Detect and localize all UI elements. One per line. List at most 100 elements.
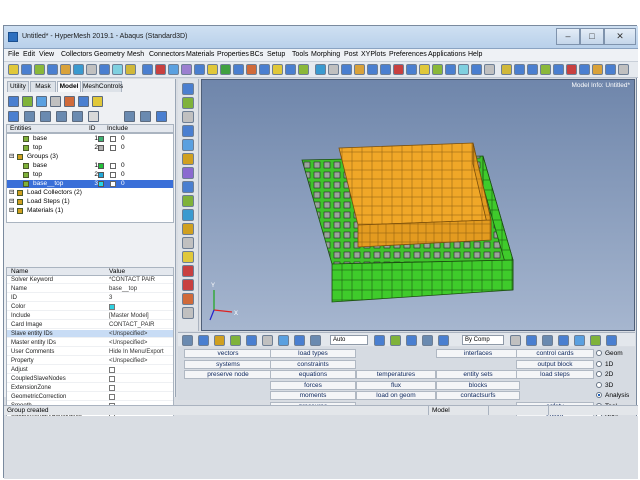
tab-utility[interactable]: Utility — [7, 81, 29, 92]
expand-icon[interactable]: ⊟ — [9, 207, 14, 215]
menu-tools[interactable]: Tools — [292, 51, 308, 58]
toolbar-tool-25-icon[interactable] — [328, 64, 339, 75]
expand-icon[interactable]: ⊟ — [9, 189, 14, 197]
entity-tool-2-icon[interactable] — [24, 111, 35, 122]
radio-indicator[interactable] — [596, 371, 602, 377]
panel-systems-button[interactable]: systems — [184, 359, 272, 369]
toolbar-tool-40-icon[interactable] — [527, 64, 538, 75]
display-tool-4-icon[interactable] — [230, 335, 241, 346]
display-tool-21-icon[interactable] — [606, 335, 617, 346]
toolbar-tool-16-icon[interactable] — [207, 64, 218, 75]
browser-tool-4-icon[interactable] — [50, 96, 61, 107]
prop-checkbox[interactable] — [109, 367, 115, 373]
toolbar-tool-13-icon[interactable] — [168, 64, 179, 75]
tab-mask[interactable]: Mask — [30, 81, 56, 92]
view-tool-13-icon[interactable] — [182, 251, 194, 263]
toolbar-tool-4-icon[interactable] — [47, 64, 58, 75]
toolbar-tool-36-icon[interactable] — [471, 64, 482, 75]
display-tool-18-icon[interactable] — [558, 335, 569, 346]
panel-vectors-button[interactable]: vectors — [184, 349, 272, 358]
entity-tool-8-icon[interactable] — [140, 111, 151, 122]
menu-applications[interactable]: Applications — [428, 51, 466, 58]
panel-flux-button[interactable]: flux — [356, 380, 436, 390]
entity-tool-4-icon[interactable] — [56, 111, 67, 122]
prop-row[interactable]: Name base__top — [7, 285, 173, 293]
menu-materials[interactable]: Materials — [186, 51, 214, 58]
close-button[interactable]: ✕ — [604, 28, 636, 45]
radio-3d[interactable]: 3D — [596, 381, 636, 390]
prop-row[interactable]: CoupledSlaveNodes — [7, 375, 173, 383]
radio-indicator[interactable] — [596, 392, 602, 398]
browser-tool-2-icon[interactable] — [22, 96, 33, 107]
toolbar-tool-14-icon[interactable] — [181, 64, 192, 75]
display-tool-6-icon[interactable] — [262, 335, 273, 346]
toolbar-tool-32-icon[interactable] — [419, 64, 430, 75]
toolbar-tool-8-icon[interactable] — [99, 64, 110, 75]
menu-view[interactable]: View — [39, 51, 54, 58]
toolbar-tool-31-icon[interactable] — [406, 64, 417, 75]
toolbar-tool-11-icon[interactable] — [142, 64, 153, 75]
view-tool-16-icon[interactable] — [182, 293, 194, 305]
display-tool-10-icon[interactable] — [374, 335, 385, 346]
display-tool-19-icon[interactable] — [574, 335, 585, 346]
menu-connectors[interactable]: Connectors — [149, 51, 185, 58]
menu-post[interactable]: Post — [344, 51, 358, 58]
view-tool-8-icon[interactable] — [182, 181, 194, 193]
toolbar-tool-43-icon[interactable] — [566, 64, 577, 75]
menu-morphing[interactable]: Morphing — [311, 51, 340, 58]
panel-load-on-geom-button[interactable]: load on geom — [356, 391, 436, 400]
radio-2d[interactable]: 2D — [596, 370, 636, 379]
toolbar-tool-5-icon[interactable] — [60, 64, 71, 75]
menu-bcs[interactable]: BCs — [250, 51, 263, 58]
entity-tool-3-icon[interactable] — [40, 111, 51, 122]
tree-item-include-check[interactable] — [110, 172, 116, 178]
toolbar-tool-1-icon[interactable] — [8, 64, 19, 75]
menu-help[interactable]: Help — [468, 51, 482, 58]
toolbar-tool-10-icon[interactable] — [125, 64, 136, 75]
tab-meshcontrols[interactable]: MeshControls — [82, 81, 123, 92]
prop-checkbox[interactable] — [109, 394, 115, 400]
prop-row[interactable]: ID 3 — [7, 294, 173, 302]
panel-moments-button[interactable]: moments — [270, 391, 356, 400]
view-tool-7-icon[interactable] — [182, 167, 194, 179]
toolbar-tool-9-icon[interactable] — [112, 64, 123, 75]
panel-equations-button[interactable]: equations — [270, 370, 356, 379]
entity-editor[interactable]: Solver Keyword *CONTACT PAIR Name base__top… — [6, 275, 174, 420]
display-tool-14-icon[interactable] — [438, 335, 449, 346]
toolbar-tool-18-icon[interactable] — [233, 64, 244, 75]
radio-geom[interactable]: Geom — [596, 349, 636, 358]
display-tool-8-icon[interactable] — [294, 335, 305, 346]
toolbar-tool-29-icon[interactable] — [380, 64, 391, 75]
menu-setup[interactable]: Setup — [267, 51, 285, 58]
toolbar-tool-20-icon[interactable] — [259, 64, 270, 75]
panel-entity-sets-button[interactable]: entity sets — [436, 370, 520, 379]
view-tool-6-icon[interactable] — [182, 153, 194, 165]
prop-row[interactable]: User Comments Hide In Menu/Export — [7, 348, 173, 356]
toolbar-tool-34-icon[interactable] — [445, 64, 456, 75]
radio-indicator[interactable] — [596, 350, 602, 356]
browser-tool-7-icon[interactable] — [92, 96, 103, 107]
display-tool-13-icon[interactable] — [422, 335, 433, 346]
tree-row[interactable]: ⊟ Groups (3) — [7, 153, 173, 161]
toolbar-tool-12-icon[interactable] — [155, 64, 166, 75]
toolbar-tool-44-icon[interactable] — [579, 64, 590, 75]
view-tool-9-icon[interactable] — [182, 195, 194, 207]
panel-forces-button[interactable]: forces — [270, 380, 356, 390]
panel-preserve-node-button[interactable]: preserve node — [184, 370, 272, 379]
browser-tool-6-icon[interactable] — [78, 96, 89, 107]
display-tool-11-icon[interactable] — [390, 335, 401, 346]
tree-item-include-check[interactable] — [110, 163, 116, 169]
view-tool-5-icon[interactable] — [182, 139, 194, 151]
toolbar-tool-33-icon[interactable] — [432, 64, 443, 75]
toolbar-tool-27-icon[interactable] — [354, 64, 365, 75]
tree-row[interactable]: base 1 0 — [7, 162, 173, 170]
panel-load-types-button[interactable]: load types — [270, 349, 356, 358]
toolbar-tool-22-icon[interactable] — [285, 64, 296, 75]
panel-contactsurfs-button[interactable]: contactsurfs — [436, 391, 520, 400]
toolbar-tool-45-icon[interactable] — [592, 64, 603, 75]
radio-indicator[interactable] — [596, 360, 602, 367]
display-tool-7-icon[interactable] — [278, 335, 289, 346]
menu-xyplots[interactable]: XYPlots — [361, 51, 386, 58]
prop-row[interactable]: GeometricCorrection — [7, 393, 173, 401]
toolbar-tool-41-icon[interactable] — [540, 64, 551, 75]
